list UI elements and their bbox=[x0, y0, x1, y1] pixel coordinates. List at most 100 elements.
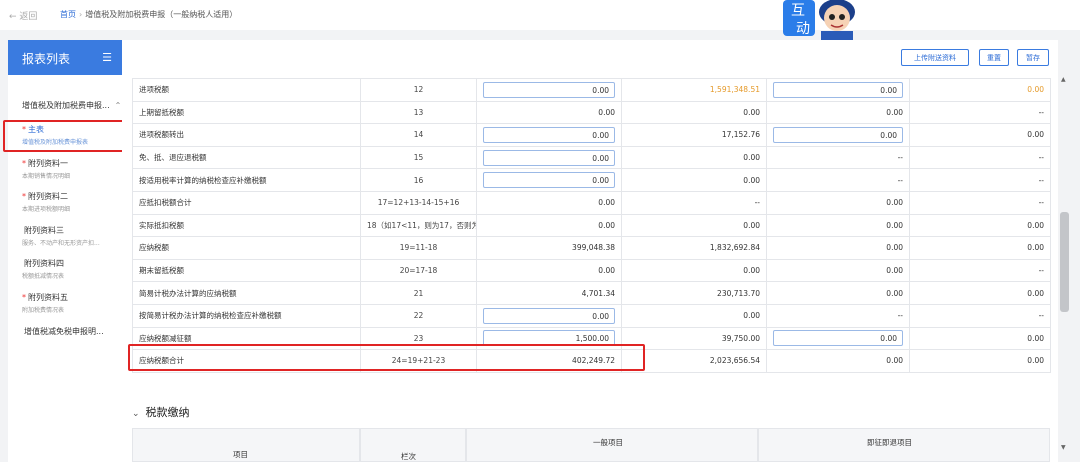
instant-current-cell: 0.00 bbox=[766, 213, 910, 238]
interactive-mascot-icon[interactable]: 互 动 bbox=[783, 0, 869, 40]
row-number-value: 18（如17<11，则为17，否则为11） bbox=[367, 220, 476, 230]
save-draft-button[interactable]: 暂存 bbox=[1017, 49, 1049, 66]
row-number-value: 20=17-18 bbox=[399, 266, 438, 276]
required-marker: * bbox=[22, 293, 26, 302]
row-number-cell: 21 bbox=[360, 281, 477, 305]
sidebar-item-title: 附列资料三 bbox=[24, 226, 64, 235]
back-link[interactable]: ← 返回 bbox=[9, 9, 37, 22]
row-name-cell: 免、抵、退应退税额 bbox=[132, 145, 361, 170]
table-row: 应纳税额 19=11-18 399,048.38 1,832,692.84 0.00 0.… bbox=[132, 236, 1051, 260]
general-cumulative-value: 0.00 bbox=[743, 266, 760, 276]
instant-cumulative-value: 0.00 bbox=[1027, 220, 1044, 230]
sidebar-item-vat-reduction[interactable]: 增值税减免税申报明... bbox=[22, 326, 126, 337]
row-name-cell: 进项税额转出 bbox=[132, 123, 361, 147]
row-name-cell: 期末留抵税额 bbox=[132, 258, 361, 283]
general-current-input[interactable]: 0.00 bbox=[483, 307, 615, 324]
general-current-cell: 0.00 bbox=[476, 123, 622, 147]
instant-cumulative-cell: -- bbox=[909, 145, 1051, 170]
instant-current-input[interactable]: 0.00 bbox=[773, 126, 903, 143]
instant-cumulative-value: 0.00 bbox=[1027, 333, 1044, 343]
header-no-label: 栏次 bbox=[401, 452, 416, 461]
sidebar-group-vat[interactable]: 增值税及附加税费申报... ⌃ bbox=[22, 100, 121, 111]
general-cumulative-value: 2,023,656.54 bbox=[709, 356, 760, 366]
general-current-value: 0.00 bbox=[598, 220, 615, 230]
instant-cumulative-value: 0.00 bbox=[1027, 130, 1044, 140]
row-number-cell: 12 bbox=[360, 78, 477, 102]
instant-current-value: 0.00 bbox=[886, 356, 903, 366]
reset-button[interactable]: 重置 bbox=[979, 49, 1009, 66]
instant-cumulative-value: 0.00 bbox=[1027, 288, 1044, 298]
row-name-cell: 按适用税率计算的纳税检查应补缴税额 bbox=[132, 168, 361, 192]
general-current-cell: 399,048.38 bbox=[476, 236, 622, 260]
upload-attachments-button[interactable]: 上传附送资料 bbox=[901, 49, 969, 66]
section-title: 税款缴纳 bbox=[145, 406, 190, 419]
row-number-cell: 20=17-18 bbox=[360, 258, 477, 283]
instant-cumulative-value: -- bbox=[1038, 153, 1044, 163]
instant-current-input[interactable]: 0.00 bbox=[773, 81, 903, 98]
row-number-cell: 15 bbox=[360, 145, 477, 170]
general-current-input[interactable]: 0.00 bbox=[483, 126, 615, 143]
row-name-value: 应纳税额减征额 bbox=[139, 333, 192, 343]
row-number-value: 22 bbox=[413, 311, 424, 321]
header-instant: 即征即退项目 bbox=[758, 428, 1050, 462]
table-row: 简易计税办法计算的应纳税额 21 4,701.34 230,713.70 0.00 0.0… bbox=[132, 281, 1051, 305]
instant-current-value: 0.00 bbox=[886, 288, 903, 298]
general-cumulative-cell: 1,591,348.51 bbox=[621, 78, 767, 102]
instant-current-input[interactable]: 0.00 bbox=[773, 330, 903, 347]
row-name-cell: 进项税额 bbox=[132, 78, 361, 102]
general-current-cell: 0.00 bbox=[476, 190, 622, 215]
tax-table: 进项税额 12 0.00 1,591,348.51 0.00 0.00 上期留抵税额 13 0.… bbox=[132, 78, 1051, 373]
sidebar-header: 报表列表 ☰ bbox=[8, 40, 122, 75]
sidebar-item-subtitle: 本期销售情况明细 bbox=[22, 173, 71, 180]
instant-current-cell: -- bbox=[766, 145, 910, 170]
row-name-value: 应抵扣税额合计 bbox=[139, 198, 192, 208]
row-name-value: 按简易计税办法计算的纳税检查应补缴税额 bbox=[139, 311, 282, 321]
row-number-cell: 16 bbox=[360, 168, 477, 192]
sidebar-item-subtitle: 附加税费情况表 bbox=[22, 307, 65, 314]
row-number-cell: 19=11-18 bbox=[360, 236, 477, 260]
row-number-value: 16 bbox=[413, 175, 424, 185]
sidebar-item-attachment-2[interactable]: * 附列资料二 本期进项税额明细 bbox=[22, 191, 126, 213]
instant-current-cell: 0.00 bbox=[766, 281, 910, 305]
top-bar: ← 返回 首页 › 增值税及附加税费申报（一般纳税人适用） bbox=[0, 0, 1080, 30]
row-number-cell: 22 bbox=[360, 303, 477, 328]
instant-cumulative-cell: 0.00 bbox=[909, 236, 1051, 260]
row-name-cell: 应抵扣税额合计 bbox=[132, 190, 361, 215]
breadcrumb-home[interactable]: 首页 bbox=[60, 10, 76, 19]
general-current-input[interactable]: 0.00 bbox=[483, 172, 615, 189]
instant-cumulative-value: 0.00 bbox=[1027, 85, 1044, 95]
instant-cumulative-cell: -- bbox=[909, 168, 1051, 192]
highlight-box-sidebar bbox=[3, 120, 135, 152]
general-cumulative-cell: 0.00 bbox=[621, 145, 767, 170]
scroll-down-icon[interactable]: ▼ bbox=[1061, 444, 1066, 451]
breadcrumb-separator: › bbox=[79, 10, 83, 19]
breadcrumb: 首页 › 增值税及附加税费申报（一般纳税人适用） bbox=[60, 9, 237, 20]
instant-current-cell: 0.00 bbox=[766, 258, 910, 283]
instant-cumulative-value: -- bbox=[1038, 311, 1044, 321]
instant-cumulative-value: 0.00 bbox=[1027, 243, 1044, 253]
row-name-cell: 上期留抵税额 bbox=[132, 100, 361, 125]
list-collapse-icon[interactable]: ☰ bbox=[102, 51, 112, 64]
sidebar-item-attachment-3[interactable]: 附列资料三 服务、不动产和无形资产扣... bbox=[22, 225, 126, 247]
row-number-value: 21 bbox=[413, 288, 424, 298]
general-current-cell: 0.00 bbox=[476, 303, 622, 328]
section-tax-payment[interactable]: ⌄ 税款缴纳 bbox=[132, 404, 190, 420]
general-current-cell: 0.00 bbox=[476, 78, 622, 102]
sidebar-item-subtitle: 服务、不动产和无形资产扣... bbox=[22, 240, 100, 247]
header-general-label: 一般项目 bbox=[593, 438, 623, 447]
scroll-up-icon[interactable]: ▲ bbox=[1061, 76, 1066, 83]
sidebar-item-attachment-4[interactable]: 附列资料四 税额抵减情况表 bbox=[22, 258, 126, 280]
general-cumulative-cell: 0.00 bbox=[621, 100, 767, 125]
general-current-input[interactable]: 0.00 bbox=[483, 149, 615, 166]
scrollbar-thumb[interactable] bbox=[1060, 212, 1069, 312]
instant-current-value: -- bbox=[897, 311, 903, 321]
general-current-input[interactable]: 0.00 bbox=[483, 81, 615, 98]
general-current-value: 0.00 bbox=[598, 266, 615, 276]
table-row: 按简易计税办法计算的纳税检查应补缴税额 22 0.00 0.00 -- -- bbox=[132, 303, 1051, 328]
general-cumulative-value: 0.00 bbox=[743, 175, 760, 185]
sidebar-item-attachment-1[interactable]: * 附列资料一 本期销售情况明细 bbox=[22, 158, 126, 180]
sidebar-item-attachment-5[interactable]: * 附列资料五 附加税费情况表 bbox=[22, 292, 126, 314]
row-name-cell: 应纳税额 bbox=[132, 236, 361, 260]
general-current-cell: 0.00 bbox=[476, 258, 622, 283]
instant-current-cell: 0.00 bbox=[766, 326, 910, 351]
